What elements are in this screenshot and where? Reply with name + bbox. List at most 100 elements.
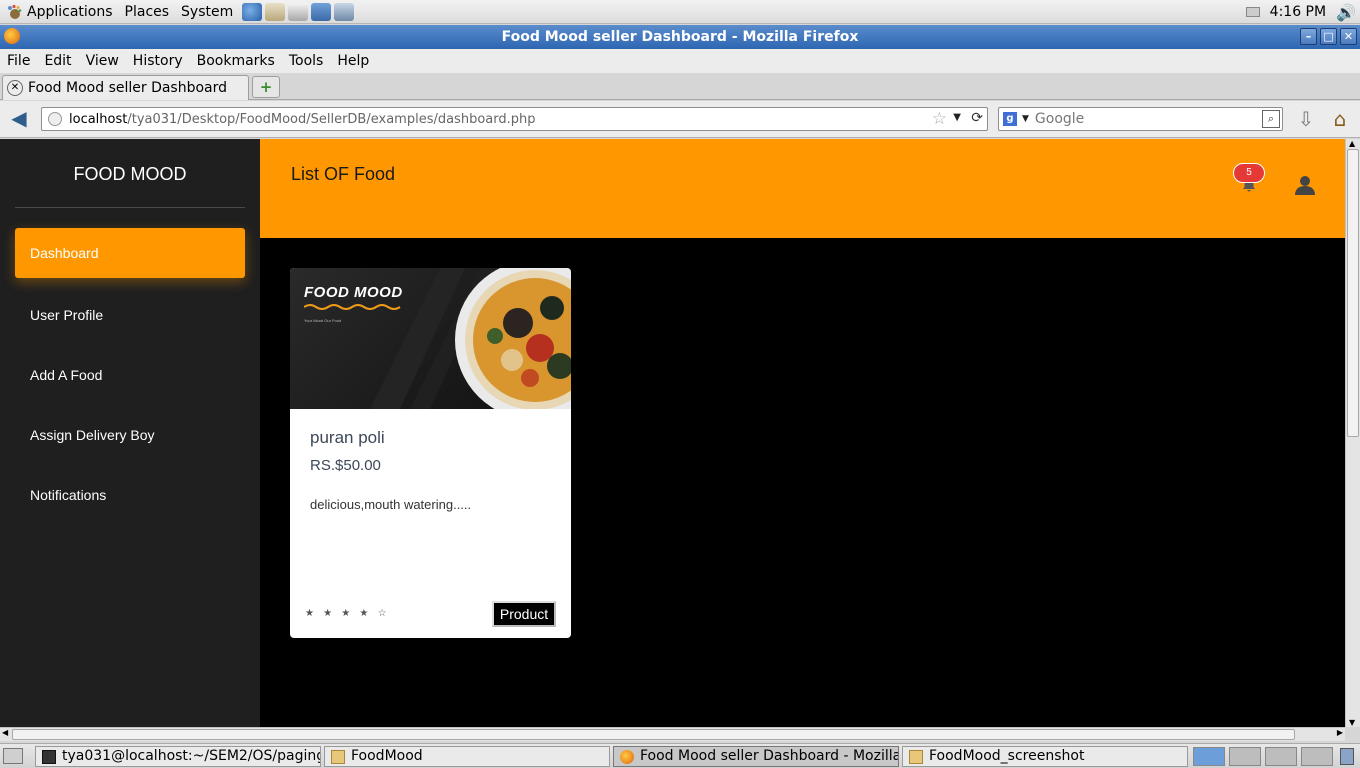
presentation-launcher-icon[interactable] — [311, 2, 332, 21]
menubar: File Edit View History Bookmarks Tools H… — [0, 49, 1360, 73]
food-name: puran poli — [310, 428, 385, 447]
brand-title[interactable]: FOOD MOOD — [0, 164, 260, 185]
google-engine-icon[interactable]: g — [1003, 112, 1017, 126]
sidebar-divider — [15, 207, 245, 208]
maximize-button[interactable]: □ — [1320, 28, 1337, 45]
back-button[interactable]: ◀ — [6, 107, 32, 131]
sidebar-item-notifications[interactable]: Notifications — [15, 470, 245, 520]
web-viewport: FOOD MOOD Dashboard User Profile Add A F… — [0, 139, 1345, 727]
scroll-right-icon[interactable]: ▶ — [1337, 728, 1343, 737]
page-header: List OF Food 5 — [260, 139, 1345, 238]
firefox-window-icon — [4, 28, 20, 44]
system-menu[interactable]: System — [175, 0, 239, 24]
food-card: FOOD MOOD Your Mood Our Food puran poli … — [290, 268, 571, 638]
reload-icon[interactable]: ⟳ — [971, 110, 983, 126]
food-image: FOOD MOOD Your Mood Our Food — [290, 268, 571, 409]
minimize-button[interactable]: – — [1300, 28, 1317, 45]
tab-close-icon[interactable]: ✕ — [7, 80, 23, 96]
task-foodmood-folder[interactable]: FoodMood — [324, 746, 610, 767]
terminal-icon — [42, 749, 56, 764]
task-terminal-label: tya031@localhost:~/SEM2/OS/paging — [62, 748, 321, 764]
url-history-dropdown-icon[interactable]: ▼ — [953, 112, 961, 123]
system-menu-label: System — [181, 3, 234, 20]
web-browser-launcher-icon[interactable] — [242, 2, 263, 21]
task-foodmood-label: FoodMood — [351, 748, 423, 764]
rating-stars: ★ ★ ★ ★ ☆ — [305, 608, 390, 619]
workspace-3[interactable] — [1265, 747, 1297, 766]
sidebar-item-dashboard[interactable]: Dashboard — [15, 228, 245, 278]
sidebar-item-assign-delivery-boy[interactable]: Assign Delivery Boy — [15, 410, 245, 460]
image-brand-text: FOOD MOOD — [304, 284, 403, 301]
window-title: Food Mood seller Dashboard - Mozilla Fir… — [501, 29, 859, 45]
tab-dashboard[interactable]: ✕ Food Mood seller Dashboard — [2, 75, 249, 100]
folder-icon — [331, 749, 345, 764]
new-tab-button[interactable]: + — [252, 76, 280, 98]
close-button[interactable]: ✕ — [1340, 28, 1357, 45]
sidebar-item-add-food[interactable]: Add A Food — [15, 350, 245, 400]
menu-edit[interactable]: Edit — [37, 53, 78, 69]
text-editor-launcher-icon[interactable] — [288, 2, 309, 21]
help-launcher-icon[interactable] — [334, 2, 355, 21]
url-path: /tya031/Desktop/FoodMood/SellerDB/exampl… — [127, 111, 536, 127]
bookmark-star-icon[interactable]: ☆ — [932, 109, 947, 129]
food-description: delicious,mouth watering..... — [310, 497, 472, 512]
menu-file[interactable]: File — [0, 53, 37, 69]
menu-view[interactable]: View — [79, 53, 126, 69]
search-engine-dropdown-icon[interactable]: ▼ — [1022, 114, 1029, 124]
places-menu[interactable]: Places — [119, 0, 176, 24]
clock[interactable]: 4:16 PM — [1270, 4, 1326, 20]
tab-label: Food Mood seller Dashboard — [28, 80, 228, 96]
network-icon[interactable] — [1245, 7, 1260, 17]
nav-toolbar: ◀ localhost/tya031/Desktop/FoodMood/Sell… — [0, 101, 1360, 138]
product-button[interactable]: Product — [492, 601, 556, 627]
scroll-left-icon[interactable]: ◀ — [2, 728, 8, 737]
workspace-1[interactable] — [1193, 747, 1225, 766]
scroll-up-icon[interactable]: ▲ — [1349, 139, 1355, 148]
workspace-4[interactable] — [1301, 747, 1333, 766]
show-desktop-icon[interactable] — [3, 748, 23, 764]
search-go-icon[interactable]: ⌕ — [1262, 110, 1280, 128]
vertical-scrollbar[interactable]: ▲ ▼ — [1345, 139, 1360, 727]
url-bar[interactable]: localhost/tya031/Desktop/FoodMood/Seller… — [41, 107, 988, 131]
task-firefox-label: Food Mood seller Dashboard - Mozilla... — [640, 748, 899, 764]
downloads-icon[interactable]: ⇩ — [1294, 107, 1318, 131]
places-menu-label: Places — [124, 3, 170, 20]
menu-help[interactable]: Help — [330, 53, 376, 69]
applications-menu[interactable]: Applications — [0, 0, 119, 24]
task-screenshot-folder[interactable]: FoodMood_screenshot — [902, 746, 1188, 767]
search-placeholder: Google — [1034, 111, 1085, 127]
volume-icon[interactable]: 🔊 — [1336, 3, 1356, 22]
top-panel: Applications Places System 4:16 PM 🔊 — [0, 0, 1360, 24]
user-account-icon[interactable] — [1294, 174, 1316, 196]
applications-menu-label: Applications — [27, 3, 113, 20]
scroll-down-icon[interactable]: ▼ — [1349, 718, 1355, 727]
menu-history[interactable]: History — [126, 53, 190, 69]
folder-icon — [909, 749, 923, 764]
taskbar: tya031@localhost:~/SEM2/OS/paging FoodMo… — [0, 743, 1360, 768]
site-identity-icon[interactable] — [48, 112, 62, 126]
gnome-foot-icon — [8, 4, 22, 19]
food-price: RS.$50.00 — [310, 457, 381, 474]
url-host: localhost — [69, 111, 128, 127]
firefox-icon — [620, 749, 634, 764]
image-wave-decoration — [304, 304, 401, 310]
task-screenshot-label: FoodMood_screenshot — [929, 748, 1085, 764]
window-titlebar[interactable]: Food Mood seller Dashboard - Mozilla Fir… — [0, 25, 1360, 49]
tab-strip: ✕ Food Mood seller Dashboard + — [0, 73, 1360, 100]
task-terminal[interactable]: tya031@localhost:~/SEM2/OS/paging — [35, 746, 321, 767]
menu-bookmarks[interactable]: Bookmarks — [190, 53, 282, 69]
search-bar[interactable]: g ▼ Google ⌕ — [998, 107, 1283, 131]
page-title: List OF Food — [291, 164, 396, 184]
notification-count-badge[interactable]: 5 — [1233, 163, 1265, 183]
sidebar-item-user-profile[interactable]: User Profile — [15, 290, 245, 340]
vertical-scroll-thumb[interactable] — [1347, 149, 1359, 437]
workspace-2[interactable] — [1229, 747, 1261, 766]
mail-launcher-icon[interactable] — [265, 2, 286, 21]
image-tagline: Your Mood Our Food — [304, 318, 342, 323]
horizontal-scroll-thumb[interactable] — [12, 729, 1295, 740]
menu-tools[interactable]: Tools — [282, 53, 331, 69]
task-firefox[interactable]: Food Mood seller Dashboard - Mozilla... — [613, 746, 899, 767]
trash-icon[interactable] — [1340, 748, 1354, 765]
home-icon[interactable]: ⌂ — [1327, 107, 1353, 131]
horizontal-scrollbar[interactable]: ◀ ▶ — [0, 727, 1345, 741]
